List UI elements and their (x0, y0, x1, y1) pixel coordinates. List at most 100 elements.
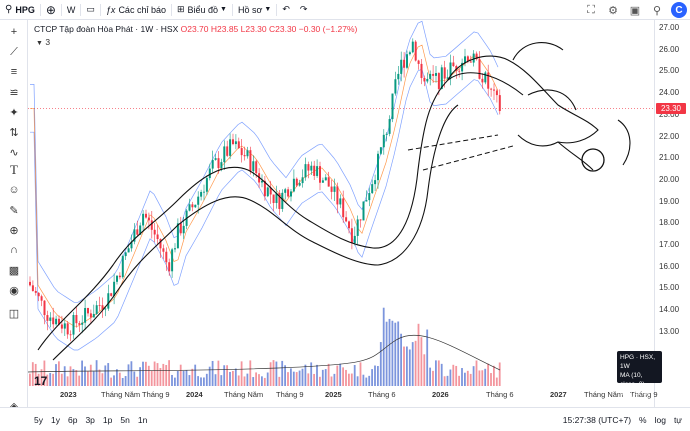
candle-body (121, 256, 124, 278)
candle-body (208, 168, 211, 179)
volume-bar (98, 369, 101, 386)
indicators-button[interactable]: ƒx Các chỉ báo (101, 0, 171, 20)
dragon-stroke (447, 55, 599, 147)
volume-bar (133, 371, 136, 386)
volume-bar (310, 362, 313, 386)
delete-tool[interactable]: ◫ (4, 305, 24, 321)
dragon-stroke (512, 42, 564, 61)
volume-bar (324, 369, 327, 386)
fib-tool[interactable]: ≡ (4, 64, 24, 80)
share-icon: ⚲ (652, 4, 662, 17)
crosshair-tool[interactable]: + (4, 24, 24, 40)
volume-bar (87, 371, 89, 386)
auto-toggle[interactable]: tự (674, 415, 682, 425)
time-axis[interactable]: 2023 Tháng Năm Tháng 9 2024 Tháng Năm Tháng 9… (28, 388, 658, 402)
zoom-tool[interactable]: ⊕ (4, 222, 24, 238)
range-button-1p[interactable]: 1p (99, 415, 116, 425)
brush-tool[interactable]: ∿ (4, 144, 24, 160)
candle-body (252, 161, 255, 172)
trendline-tool[interactable]: ⟋ (4, 44, 24, 60)
candle-body (495, 90, 498, 96)
candle-body (472, 53, 475, 63)
tradingview-logo[interactable]: 17 (34, 374, 47, 388)
range-button-5y[interactable]: 5y (30, 415, 47, 425)
indicators-toggle[interactable]: ▼ 3 (36, 37, 50, 47)
candle-body (493, 89, 495, 91)
undo-button[interactable]: ↶ (277, 0, 295, 20)
range-button-1y[interactable]: 1y (47, 415, 64, 425)
candle-body (205, 178, 208, 192)
candle-body (365, 200, 368, 202)
drawing-toolbar: + ⟋ ≡ ≌ ✦ ⇅ ∿ T ☺ ✎ ⊕ ∩ ▩ ◉ ◫ ◈ (0, 20, 28, 413)
volume-bar (391, 320, 394, 386)
redo-button[interactable]: ↷ (295, 0, 313, 20)
candle-body (214, 158, 217, 160)
symbol-search[interactable]: ⚲ HPG (0, 0, 40, 20)
volume-bar (240, 361, 243, 386)
emoji-tool[interactable]: ☺ (4, 182, 24, 198)
interval-button[interactable]: W (62, 0, 81, 20)
projection-tool[interactable]: ⇅ (4, 124, 24, 140)
candle-body (307, 164, 310, 171)
volume-bar (495, 377, 498, 386)
range-button-5n[interactable]: 5n (116, 415, 133, 425)
volume-bar (171, 374, 173, 386)
percent-toggle[interactable]: % (639, 415, 647, 425)
bottom-right-controls: 15:27:38 (UTC+7) % log tự (563, 408, 682, 431)
dragon-stroke (527, 89, 577, 111)
candle-body (301, 177, 304, 184)
volume-bar (258, 374, 260, 386)
volume-bar (348, 373, 350, 386)
compare-button[interactable]: ⊕ (41, 0, 61, 20)
price-chart[interactable] (28, 20, 654, 411)
volume-bar (179, 364, 182, 386)
volume-bar (371, 369, 373, 386)
candle-body (469, 61, 472, 63)
fullscreen-button[interactable]: ⛶ (580, 0, 602, 20)
candle-body (452, 62, 455, 67)
app-logo[interactable]: C (668, 0, 690, 20)
magnet-tool[interactable]: ∩ (4, 242, 24, 258)
candle-body (304, 164, 307, 178)
indicator-count: 3 (45, 37, 51, 47)
volume-bar (339, 363, 342, 386)
range-button-3p[interactable]: 3p (81, 415, 98, 425)
screenshot-button[interactable]: ▣ (624, 0, 646, 20)
volume-bar (461, 368, 463, 386)
candle-body (237, 141, 240, 149)
pattern-tool[interactable]: ✦ (4, 104, 24, 120)
templates-button[interactable]: ⊞ Biểu đồ ▼ (172, 0, 232, 20)
channel-tool[interactable]: ≌ (4, 84, 24, 100)
candle-body (458, 70, 461, 72)
volume-bar (336, 365, 339, 386)
lock-tool[interactable]: ▩ (4, 262, 24, 278)
volume-bar (211, 360, 214, 386)
settings-button[interactable]: ⚙ (602, 0, 624, 20)
volume-bar (78, 375, 81, 386)
range-button-6p[interactable]: 6p (64, 415, 81, 425)
dragon-pearl (581, 148, 605, 172)
candle-body (313, 165, 316, 176)
bottom-toolbar: 5y 1y 6p 3p 1p 5n 1n 15:27:38 (UTC+7) % log tự (0, 407, 690, 431)
text-tool[interactable]: T (4, 162, 24, 178)
volume-bar (118, 372, 121, 386)
visibility-tool[interactable]: ◉ (4, 282, 24, 298)
measure-tool[interactable]: ✎ (4, 202, 24, 218)
range-button-1n[interactable]: 1n (134, 415, 151, 425)
candle-body (69, 334, 72, 336)
profile-button[interactable]: Hồ sơ ▼ (233, 0, 276, 20)
time-tick: Tháng 6 (486, 390, 514, 399)
candle-body (379, 147, 382, 154)
volume-bar (304, 364, 307, 386)
chart-type-button[interactable]: ▭ (81, 0, 100, 20)
candle-body (52, 317, 55, 325)
volume-bar (493, 365, 495, 386)
candle-body (29, 281, 31, 286)
candle-body (411, 41, 414, 53)
clock-label[interactable]: 15:27:38 (UTC+7) (563, 415, 631, 425)
candle-body (429, 73, 432, 79)
dashed-trendline (407, 134, 514, 171)
volume-bar (124, 376, 127, 386)
share-button[interactable]: ⚲ (646, 0, 668, 20)
log-toggle[interactable]: log (655, 415, 666, 425)
